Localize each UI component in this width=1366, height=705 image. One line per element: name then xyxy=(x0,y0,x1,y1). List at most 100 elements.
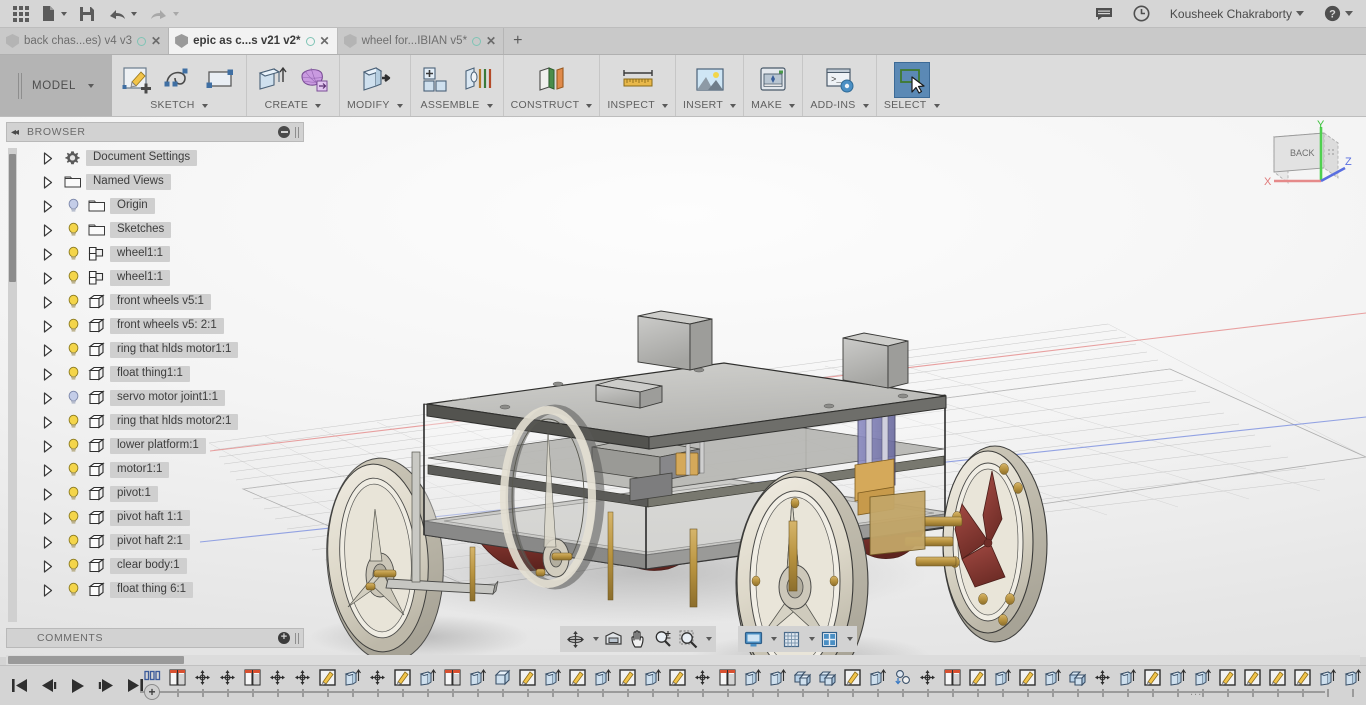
visibility-toggle[interactable] xyxy=(66,582,82,598)
timeline-feature-35[interactable] xyxy=(1015,669,1040,697)
expand-arrow-icon[interactable] xyxy=(43,560,53,573)
ribbon-group-label[interactable]: ADD-INS xyxy=(810,99,869,111)
visibility-toggle[interactable] xyxy=(66,534,82,550)
timeline-feature-10[interactable] xyxy=(390,669,415,697)
file-menu-button[interactable] xyxy=(36,2,72,26)
select-button[interactable] xyxy=(893,62,930,98)
browser-item-3[interactable]: Sketches xyxy=(6,218,304,242)
timeline-feature-19[interactable] xyxy=(615,669,640,697)
save-button[interactable] xyxy=(74,2,100,26)
timeline-feature-32[interactable] xyxy=(940,669,965,697)
browser-item-15[interactable]: pivot haft 1:1 xyxy=(6,506,304,530)
view-cube[interactable]: BACK X Y Z xyxy=(1252,119,1356,195)
visibility-toggle[interactable] xyxy=(66,462,82,478)
browser-item-4[interactable]: wheel1:1 xyxy=(6,242,304,266)
chevron-down-icon[interactable] xyxy=(809,637,815,641)
visibility-toggle[interactable] xyxy=(66,366,82,382)
visibility-toggle[interactable] xyxy=(66,198,82,214)
expand-arrow-icon[interactable] xyxy=(43,416,53,429)
expand-arrow-icon[interactable] xyxy=(43,320,53,333)
extrude-button[interactable] xyxy=(254,62,290,98)
insert-mcmaster-button[interactable] xyxy=(692,62,728,98)
viewports-button[interactable] xyxy=(818,628,840,650)
timeline-feature-17[interactable] xyxy=(565,669,590,697)
timeline-feature-8[interactable] xyxy=(340,669,365,697)
rectangle-button[interactable] xyxy=(203,62,239,98)
visibility-toggle[interactable] xyxy=(66,222,82,238)
timeline-feature-14[interactable] xyxy=(490,669,515,697)
expand-arrow-icon[interactable] xyxy=(43,344,53,357)
ribbon-group-label[interactable]: INSPECT xyxy=(607,99,668,111)
expand-arrow-icon[interactable] xyxy=(43,272,53,285)
ribbon-group-label[interactable]: INSERT xyxy=(683,99,737,111)
browser-item-12[interactable]: lower platform:1 xyxy=(6,434,304,458)
timeline-feature-1[interactable] xyxy=(165,669,190,697)
timeline-feature-24[interactable] xyxy=(740,669,765,697)
go-to-beginning-button[interactable] xyxy=(10,677,28,695)
measure-button[interactable] xyxy=(620,62,656,98)
expand-arrow-icon[interactable] xyxy=(43,200,53,213)
timeline-feature-23[interactable] xyxy=(715,669,740,697)
timeline-track[interactable]: + xyxy=(140,665,1361,705)
grid-snaps-button[interactable] xyxy=(780,628,802,650)
chevron-down-icon[interactable] xyxy=(771,637,777,641)
close-icon[interactable]: ✕ xyxy=(151,35,161,47)
timeline-feature-3[interactable] xyxy=(215,669,240,697)
timeline-feature-45[interactable] xyxy=(1265,669,1290,697)
timeline-feature-29[interactable] xyxy=(865,669,890,697)
timeline-feature-21[interactable] xyxy=(665,669,690,697)
visibility-toggle[interactable] xyxy=(66,246,82,262)
ribbon-group-label[interactable]: SKETCH xyxy=(150,99,208,111)
timeline-feature-6[interactable] xyxy=(290,669,315,697)
timeline-feature-2[interactable] xyxy=(190,669,215,697)
app-grid-button[interactable] xyxy=(8,2,34,26)
timeline-feature-12[interactable] xyxy=(440,669,465,697)
expand-arrow-icon[interactable] xyxy=(43,440,53,453)
ribbon-group-label[interactable]: CONSTRUCT xyxy=(511,99,593,111)
timeline-marker[interactable]: + xyxy=(144,684,160,700)
look-at-button[interactable] xyxy=(602,628,624,650)
ribbon-group-label[interactable]: MAKE xyxy=(751,99,796,111)
timeline-feature-37[interactable] xyxy=(1065,669,1090,697)
horizontal-scrollbar[interactable] xyxy=(6,655,1360,665)
undo-button[interactable] xyxy=(102,2,142,26)
redo-button[interactable] xyxy=(144,2,184,26)
browser-item-18[interactable]: float thing 6:1 xyxy=(6,578,304,602)
horizontal-scrollbar-thumb[interactable] xyxy=(8,656,184,664)
scripts-addins-button[interactable]: >_ xyxy=(822,62,858,98)
timeline-feature-16[interactable] xyxy=(540,669,565,697)
timeline-feature-20[interactable] xyxy=(640,669,665,697)
orbit-button[interactable] xyxy=(564,628,586,650)
timeline-feature-36[interactable] xyxy=(1040,669,1065,697)
browser-item-16[interactable]: pivot haft 2:1 xyxy=(6,530,304,554)
zoom-window-button[interactable] xyxy=(677,628,699,650)
expand-arrow-icon[interactable] xyxy=(43,248,53,261)
offset-plane-button[interactable] xyxy=(534,62,570,98)
step-back-button[interactable] xyxy=(39,677,57,695)
browser-item-5[interactable]: wheel1:1 xyxy=(6,266,304,290)
browser-item-2[interactable]: Origin xyxy=(6,194,304,218)
timeline-feature-18[interactable] xyxy=(590,669,615,697)
ribbon-group-label[interactable]: SELECT xyxy=(884,99,940,111)
timeline-feature-30[interactable] xyxy=(890,669,915,697)
timeline-feature-5[interactable] xyxy=(265,669,290,697)
browser-item-8[interactable]: ring that hlds motor1:1 xyxy=(6,338,304,362)
timeline-feature-22[interactable] xyxy=(690,669,715,697)
zoom-button[interactable] xyxy=(652,628,674,650)
panel-resize-handle[interactable] xyxy=(295,126,299,138)
timeline-feature-4[interactable] xyxy=(240,669,265,697)
workspace-switcher[interactable]: MODEL xyxy=(0,55,112,116)
expand-arrow-icon[interactable] xyxy=(43,368,53,381)
expand-arrow-icon[interactable] xyxy=(43,152,53,165)
browser-item-9[interactable]: float thing1:1 xyxy=(6,362,304,386)
press-pull-button[interactable] xyxy=(357,62,393,98)
new-tab-button[interactable]: + xyxy=(504,28,531,54)
timeline-feature-46[interactable] xyxy=(1290,669,1315,697)
visibility-toggle[interactable] xyxy=(66,318,82,334)
timeline-feature-44[interactable] xyxy=(1240,669,1265,697)
browser-item-17[interactable]: clear body:1 xyxy=(6,554,304,578)
document-tab-2[interactable]: wheel for...IBIAN v5* ✕ xyxy=(337,28,505,54)
timeline-feature-25[interactable] xyxy=(765,669,790,697)
timeline-feature-47[interactable] xyxy=(1315,669,1340,697)
spline-button[interactable] xyxy=(161,62,197,98)
